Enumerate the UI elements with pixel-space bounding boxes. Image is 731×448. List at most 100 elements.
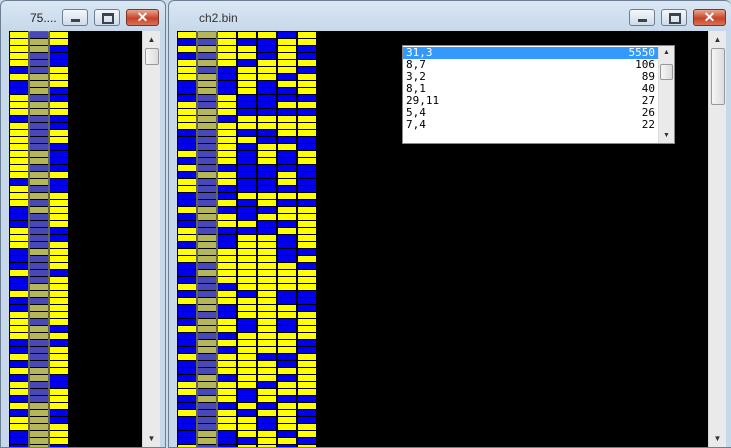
bit-cell	[50, 137, 68, 143]
bit-grid[interactable]	[9, 31, 71, 447]
bit-cell	[238, 123, 256, 129]
bit-cell	[238, 354, 256, 360]
scroll-down-icon[interactable]: ▼	[659, 129, 674, 143]
bit-cell	[278, 368, 296, 374]
listbox-item[interactable]: 31,3 5550	[403, 47, 658, 59]
bit-cell	[178, 193, 196, 199]
minimize-button[interactable]	[629, 9, 655, 26]
listbox-item[interactable]: 5,4 26	[403, 107, 658, 119]
bit-cell	[278, 102, 296, 108]
bit-cell	[298, 228, 316, 234]
bit-cell	[238, 410, 256, 416]
listbox-item[interactable]: 8,1 40	[403, 83, 658, 95]
bit-cell	[298, 417, 316, 423]
bit-cell	[238, 263, 256, 269]
bit-cell	[258, 32, 276, 38]
bit-grid[interactable]	[177, 31, 319, 447]
bit-cell	[198, 193, 216, 199]
bit-cell	[258, 214, 276, 220]
bit-cell	[10, 130, 28, 136]
bit-cell	[278, 354, 296, 360]
bit-cell	[50, 284, 68, 290]
bit-cell	[258, 312, 276, 318]
bit-cell	[198, 109, 216, 115]
bit-cell	[298, 74, 316, 80]
scroll-up-icon[interactable]: ▲	[143, 31, 160, 48]
bit-cell	[218, 389, 236, 395]
bit-cell	[10, 284, 28, 290]
scroll-thumb[interactable]	[145, 48, 159, 65]
scroll-down-icon[interactable]: ▼	[709, 430, 726, 447]
bit-grid-panel[interactable]: ▲ ▼	[9, 31, 160, 447]
bit-cell	[278, 193, 296, 199]
maximize-button[interactable]	[661, 9, 687, 26]
scroll-thumb[interactable]	[660, 64, 673, 80]
bit-cell	[198, 67, 216, 73]
bit-cell	[298, 424, 316, 430]
bit-cell	[30, 158, 48, 164]
bit-view-window-main[interactable]: ch2.bin ✕ 31,3 5550 8,7 106 3,2 89 8,1 40 29,11 2…	[168, 0, 731, 448]
close-button[interactable]: ✕	[126, 9, 159, 26]
listbox-item[interactable]: 8,7 106	[403, 59, 658, 71]
listbox-scrollbar[interactable]: ▲ ▼	[658, 46, 674, 143]
bit-cell	[238, 88, 256, 94]
bit-cell	[238, 39, 256, 45]
bit-cell	[50, 60, 68, 66]
bit-cell	[258, 60, 276, 66]
bit-cell	[278, 305, 296, 311]
listbox-item[interactable]: 7,4 22	[403, 119, 658, 131]
bit-cell	[30, 165, 48, 171]
bit-cell	[218, 445, 236, 447]
bit-cell	[30, 438, 48, 444]
bit-cell	[178, 200, 196, 206]
bit-cell	[298, 305, 316, 311]
frequency-listbox[interactable]: 31,3 5550 8,7 106 3,2 89 8,1 40 29,11 27 5,4 26 7,4 2…	[402, 45, 675, 144]
bit-cell	[178, 81, 196, 87]
bit-cell	[10, 221, 28, 227]
bit-cell	[298, 298, 316, 304]
bit-cell	[278, 361, 296, 367]
vertical-scrollbar[interactable]: ▲ ▼	[708, 31, 726, 447]
bit-cell	[178, 305, 196, 311]
bit-cell	[258, 102, 276, 108]
close-button[interactable]: ✕	[693, 9, 726, 26]
bit-cell	[258, 200, 276, 206]
bit-cell	[198, 228, 216, 234]
bit-cell	[50, 172, 68, 178]
bit-cell	[50, 88, 68, 94]
bit-cell	[30, 228, 48, 234]
scroll-up-icon[interactable]: ▲	[659, 46, 674, 60]
bit-cell	[30, 256, 48, 262]
bit-cell	[30, 263, 48, 269]
bit-cell	[198, 312, 216, 318]
listbox-item[interactable]: 3,2 89	[403, 71, 658, 83]
bit-cell	[50, 95, 68, 101]
bit-cell	[238, 277, 256, 283]
scroll-down-icon[interactable]: ▼	[143, 430, 160, 447]
bit-cell	[298, 214, 316, 220]
maximize-button[interactable]	[94, 9, 120, 26]
bit-cell	[298, 88, 316, 94]
scroll-thumb[interactable]	[711, 48, 725, 105]
bit-view-window-left[interactable]: 75.... ✕ ▲ ▼	[0, 0, 166, 448]
bit-cell	[198, 298, 216, 304]
bit-cell	[278, 144, 296, 150]
title-bar[interactable]: ch2.bin ✕	[169, 1, 731, 31]
bit-cell	[198, 151, 216, 157]
minimize-button[interactable]	[62, 9, 88, 26]
bit-cell	[30, 277, 48, 283]
bit-cell	[10, 319, 28, 325]
bit-grid-panel[interactable]: 31,3 5550 8,7 106 3,2 89 8,1 40 29,11 27 5,4 26 7,4 2…	[177, 31, 726, 447]
bit-cell	[278, 235, 296, 241]
scroll-up-icon[interactable]: ▲	[709, 31, 726, 48]
bit-cell	[50, 375, 68, 381]
bit-cell	[238, 382, 256, 388]
bit-cell	[298, 368, 316, 374]
title-bar[interactable]: 75.... ✕	[1, 1, 165, 31]
bit-cell	[298, 312, 316, 318]
bit-cell	[238, 291, 256, 297]
vertical-scrollbar[interactable]: ▲ ▼	[142, 31, 160, 447]
item-key: 7,4	[406, 118, 426, 131]
bit-cell	[198, 389, 216, 395]
listbox-item[interactable]: 29,11 27	[403, 95, 658, 107]
